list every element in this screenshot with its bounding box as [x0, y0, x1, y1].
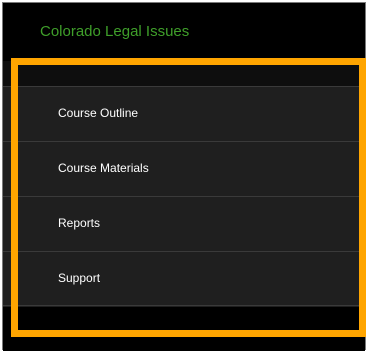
menu-item-label: Course Materials — [58, 161, 149, 175]
menu-item-course-outline[interactable]: Course Outline — [3, 86, 365, 141]
menu-item-reports[interactable]: Reports — [3, 196, 365, 251]
menu-item-label: Reports — [58, 216, 101, 230]
course-title[interactable]: Colorado Legal Issues — [40, 23, 189, 40]
menu-item-support[interactable]: Support — [3, 251, 365, 306]
menu-bottom-spacer — [3, 308, 365, 351]
menu-top-spacer — [3, 61, 365, 86]
course-menu: Course Outline Course Materials Reports … — [3, 86, 365, 307]
header-bar: Colorado Legal Issues — [3, 3, 365, 61]
app-panel: Colorado Legal Issues Course Outline Cou… — [2, 2, 366, 351]
menu-item-course-materials[interactable]: Course Materials — [3, 141, 365, 196]
menu-item-label: Course Outline — [58, 106, 139, 120]
menu-item-label: Support — [58, 271, 101, 285]
